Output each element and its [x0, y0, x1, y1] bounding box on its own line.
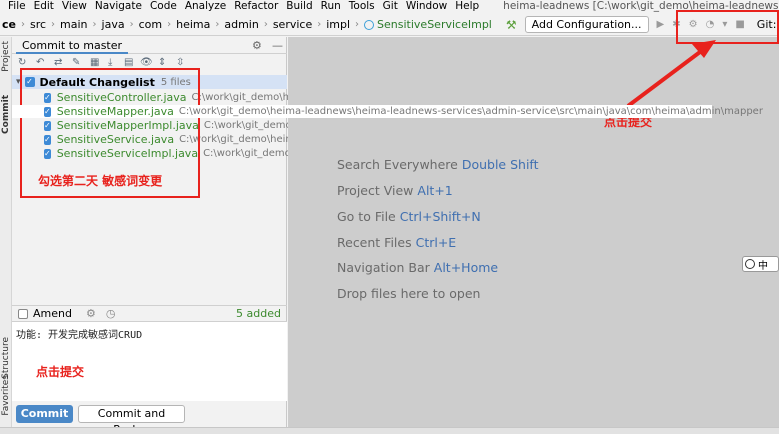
file-checkbox[interactable]: ✓: [44, 106, 51, 117]
ide-window: File Edit View Navigate Code Analyze Ref…: [0, 0, 779, 434]
annotation-arrow: [626, 40, 716, 108]
file-name: SensitiveMapper.java: [56, 105, 174, 118]
file-row[interactable]: ✓ SensitiveMapper.java C:\work\git_demo\…: [12, 105, 763, 118]
arrow-line: [626, 44, 710, 108]
file-path-tooltip: C:\work\git_demo\heima-leadnews\heima-le…: [178, 106, 763, 117]
